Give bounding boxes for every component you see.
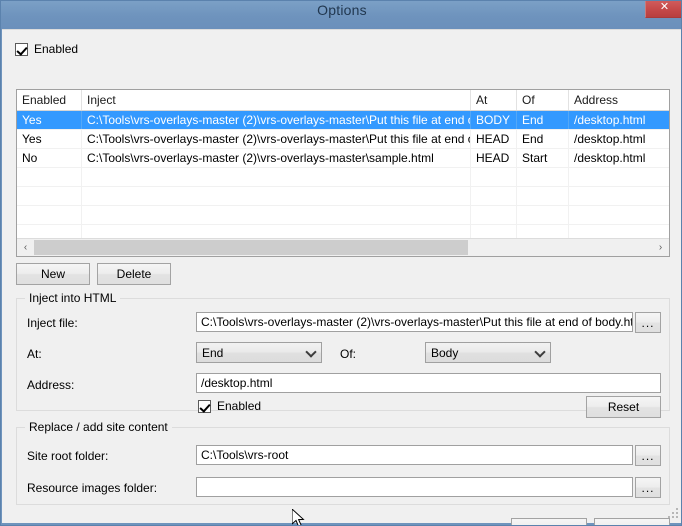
cell-inject: C:\Tools\vrs-overlays-master (2)\vrs-ove…: [82, 111, 471, 129]
of-dropdown[interactable]: Body: [425, 342, 551, 363]
site-root-folder-input[interactable]: [196, 445, 633, 465]
listview-body: Yes C:\Tools\vrs-overlays-master (2)\vrs…: [17, 111, 669, 256]
scrollbar-track[interactable]: [34, 239, 652, 256]
column-header-of[interactable]: Of: [517, 90, 569, 110]
master-enabled-checkbox[interactable]: [15, 42, 28, 56]
cell-address: /desktop.html: [574, 113, 646, 127]
table-row-empty[interactable]: [17, 206, 669, 225]
inject-enabled-checkbox[interactable]: [198, 399, 211, 413]
site-root-folder-label: Site root folder:: [27, 449, 109, 463]
column-header-at[interactable]: At: [471, 90, 517, 110]
cell-of: End: [517, 111, 569, 129]
replace-add-site-content-group: Replace / add site content Site root fol…: [16, 420, 670, 505]
of-dropdown-value: Body: [431, 346, 459, 360]
table-row[interactable]: Yes C:\Tools\vrs-overlays-master (2)\vrs…: [17, 111, 669, 130]
new-button[interactable]: New: [16, 263, 90, 285]
ellipsis-icon: ...: [641, 480, 655, 495]
cell-inject: C:\Tools\vrs-overlays-master (2)\vrs-ove…: [82, 149, 471, 167]
master-enabled-checkbox-row[interactable]: Enabled: [15, 42, 78, 56]
resource-images-browse-button[interactable]: ...: [635, 477, 661, 498]
ellipsis-icon: ...: [641, 448, 655, 463]
cell-of: Start: [517, 149, 569, 167]
inject-file-input[interactable]: [196, 312, 633, 332]
column-header-address[interactable]: Address: [569, 90, 669, 110]
inject-enabled-checkbox-row[interactable]: Enabled: [198, 399, 261, 413]
address-label: Address:: [27, 378, 75, 392]
address-input[interactable]: [196, 373, 661, 393]
window-title: Options: [317, 2, 367, 18]
inject-enabled-label: Enabled: [217, 399, 262, 413]
ellipsis-icon: ...: [641, 315, 655, 330]
site-root-browse-button[interactable]: ...: [635, 445, 661, 466]
resource-images-folder-input[interactable]: [196, 477, 633, 497]
cell-at: BODY: [471, 111, 517, 129]
cell-enabled: Yes: [17, 111, 82, 129]
dialog-client-area: Enabled Enabled Inject At Of Address Yes…: [2, 29, 681, 525]
scroll-right-arrow-icon[interactable]: ›: [652, 239, 669, 256]
cell-inject: C:\Tools\vrs-overlays-master (2)\vrs-ove…: [82, 130, 471, 148]
of-label: Of:: [340, 347, 357, 361]
cell-enabled: No: [17, 149, 82, 167]
cell-at: HEAD: [471, 130, 517, 148]
cell-address: /desktop.html: [574, 151, 646, 165]
inject-file-browse-button[interactable]: ...: [635, 312, 661, 333]
reset-button[interactable]: Reset: [586, 396, 661, 418]
table-row[interactable]: Yes C:\Tools\vrs-overlays-master (2)\vrs…: [17, 130, 669, 149]
cell-enabled: Yes: [17, 130, 82, 148]
close-icon: ✕: [659, 1, 670, 13]
chevron-down-icon: [536, 348, 544, 356]
delete-button[interactable]: Delete: [97, 263, 171, 285]
close-button[interactable]: ✕: [645, 1, 681, 18]
resource-images-folder-label: Resource images folder:: [27, 481, 158, 495]
listview-header-row: Enabled Inject At Of Address: [17, 90, 669, 111]
injections-listview[interactable]: Enabled Inject At Of Address Yes C:\Tool…: [16, 89, 670, 257]
inject-group-title: Inject into HTML: [25, 291, 121, 305]
scroll-left-arrow-icon[interactable]: ‹: [17, 239, 34, 256]
at-label: At:: [27, 347, 42, 361]
inject-file-label: Inject file:: [27, 316, 78, 330]
column-header-inject[interactable]: Inject: [82, 90, 471, 110]
cancel-button[interactable]: Cancel: [594, 518, 670, 525]
cell-address: /desktop.html: [574, 132, 646, 146]
horizontal-scrollbar[interactable]: ‹ ›: [17, 238, 669, 256]
at-dropdown-value: End: [202, 346, 224, 360]
cell-of: End: [517, 130, 569, 148]
master-enabled-label: Enabled: [34, 42, 79, 56]
scrollbar-thumb[interactable]: [34, 240, 468, 255]
chevron-down-icon: [307, 348, 315, 356]
inject-into-html-group: Inject into HTML Inject file: ... At: En…: [16, 291, 670, 418]
replace-group-title: Replace / add site content: [25, 420, 172, 434]
title-bar[interactable]: Options ✕: [1, 1, 681, 29]
at-dropdown[interactable]: End: [196, 342, 322, 363]
resize-grip[interactable]: [667, 508, 679, 520]
cell-at: HEAD: [471, 149, 517, 167]
table-row-empty[interactable]: [17, 168, 669, 187]
options-dialog-window: Options ✕ Enabled Enabled Inject At Of A…: [0, 0, 682, 526]
table-row-empty[interactable]: [17, 187, 669, 206]
column-header-enabled[interactable]: Enabled: [17, 90, 82, 110]
table-row[interactable]: No C:\Tools\vrs-overlays-master (2)\vrs-…: [17, 149, 669, 168]
ok-button[interactable]: OK: [511, 518, 587, 525]
